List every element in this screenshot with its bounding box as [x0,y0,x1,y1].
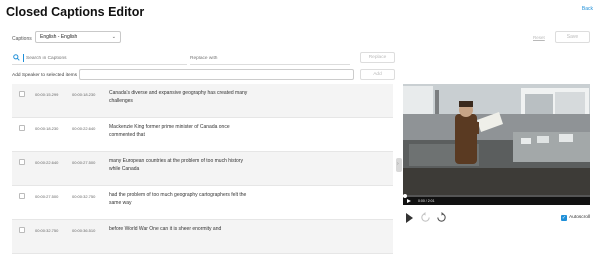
play-button[interactable] [406,213,413,223]
start-time[interactable]: 00:00:27.500 [35,194,58,199]
end-time[interactable]: 00:00:27.500 [72,160,95,165]
start-time[interactable]: 00:00:18.230 [35,126,58,131]
back-link[interactable]: Back [582,6,593,12]
end-time[interactable]: 00:00:36.510 [72,228,95,233]
chevron-down-icon: ⌄ [111,34,116,40]
seek-handle[interactable] [403,193,407,198]
caption-row[interactable]: 00:00:32.750 00:00:36.510 before World W… [12,220,393,254]
replace-underline [190,64,350,65]
caption-text[interactable]: Canada's diverse and expansive geography… [109,90,249,105]
caption-row[interactable]: 00:00:27.500 00:00:32.750 had the proble… [12,186,393,220]
chevron-right-icon: › [397,161,399,167]
end-time[interactable]: 00:00:32.750 [72,194,95,199]
search-icon [13,54,20,61]
speaker-label: Add Speaker to selected items [12,73,78,78]
search-field [12,53,187,65]
autoscroll-label: Autoscroll [569,215,591,220]
video-frame [403,84,590,195]
replace-field [190,53,350,65]
video-player[interactable]: 0:00 / 2:01 [403,84,590,205]
caption-text[interactable]: Mackenzie King former prime minister of … [109,124,249,139]
replace-input[interactable] [190,54,350,62]
start-time[interactable]: 00:00:32.750 [35,228,58,233]
video-time: 0:00 / 2:01 [418,198,435,203]
row-checkbox[interactable] [19,227,25,233]
end-time[interactable]: 00:00:18.230 [72,92,95,97]
search-input[interactable] [23,54,173,62]
play-icon[interactable] [407,198,411,203]
video-controls: 0:00 / 2:01 [403,193,590,205]
panel-resize-handle[interactable]: › [396,158,402,172]
caption-row[interactable]: 00:00:15.299 00:00:18.230 Canada's diver… [12,84,393,118]
rewind-icon[interactable] [420,212,431,223]
caption-text[interactable]: had the problem of too much geography ca… [109,192,249,207]
save-button[interactable]: Save [555,31,590,43]
row-checkbox[interactable] [19,159,25,165]
captions-label: Captions [12,36,32,42]
page-title: Closed Captions Editor [6,5,145,19]
caption-text[interactable]: before World War One can it is sheer eno… [109,226,249,234]
add-speaker-button[interactable]: Add [360,69,395,80]
end-time[interactable]: 00:00:22.640 [72,126,95,131]
forward-icon[interactable] [436,212,447,223]
row-checkbox[interactable] [19,125,25,131]
caption-row[interactable]: 00:00:18.230 00:00:22.640 Mackenzie King… [12,118,393,152]
seek-bar[interactable] [403,193,590,198]
caption-row[interactable]: 00:00:22.640 00:00:27.500 many European … [12,152,393,186]
captions-language-value: English - English [40,34,78,40]
captions-language-select[interactable]: English - English ⌄ [35,31,121,43]
start-time[interactable]: 00:00:22.640 [35,160,58,165]
replace-button[interactable]: Replace [360,52,395,63]
speaker-input[interactable] [79,69,354,80]
check-icon[interactable]: ✓ [561,215,567,221]
row-checkbox[interactable] [19,91,25,97]
row-checkbox[interactable] [19,193,25,199]
caption-text[interactable]: many European countries at the problem o… [109,158,249,173]
autoscroll-toggle[interactable]: ✓ Autoscroll [561,214,596,223]
caption-list: 00:00:15.299 00:00:18.230 Canada's diver… [12,84,393,262]
start-time[interactable]: 00:00:15.299 [35,92,58,97]
reset-link[interactable]: Reset [533,35,545,40]
search-underline [12,64,187,65]
